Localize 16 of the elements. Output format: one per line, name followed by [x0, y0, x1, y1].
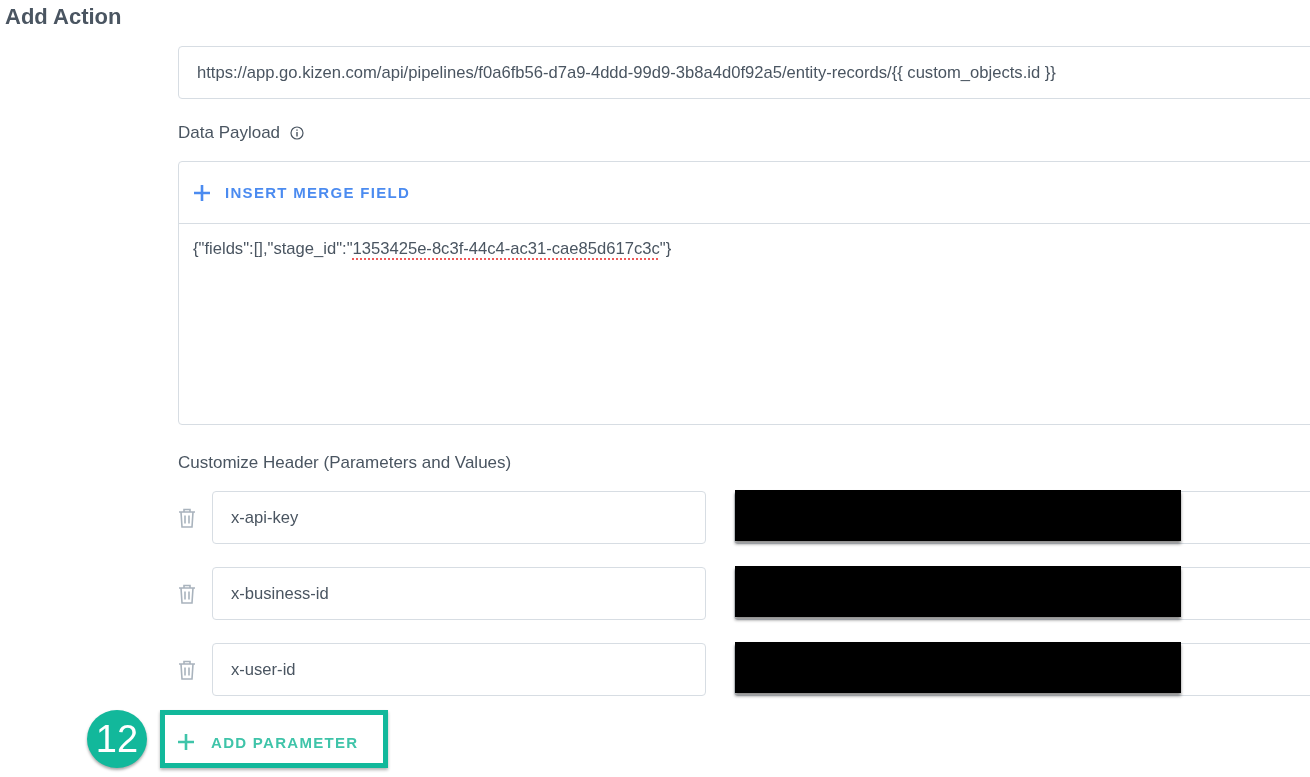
payload-text: {"fields":[],"stage_id":"1353425e-8c3f-44c4-ac31-cae85d617c3c"}: [192, 238, 672, 259]
header-key-field[interactable]: x-business-id: [212, 567, 706, 620]
step-number-badge: 12: [87, 710, 147, 768]
field-label: Data Payload: [178, 123, 281, 143]
info-icon[interactable]: [290, 126, 305, 140]
field-label: Customize Header (Parameters and Values): [178, 453, 512, 473]
url-field[interactable]: https://app.go.kizen.com/api/pipelines/f0a6fb56-d7a9-4ddd-99d9-3b8a4d0f92a5/entity-records/{{ custom_objects.id }}: [178, 46, 1310, 99]
payload-editor[interactable]: INSERT MERGE FIELD {"fields":[],"stage_id":"1353425e-8c3f-44c4-ac31-cae85d617c3c"}: [178, 161, 1310, 425]
header-key-field[interactable]: x-user-id: [212, 643, 706, 696]
header-value-field[interactable]: [734, 643, 1310, 696]
plus-icon: [177, 733, 195, 751]
page-title: Add Action: [4, 3, 123, 31]
plus-icon: [193, 183, 211, 202]
header-value-field[interactable]: [734, 491, 1310, 544]
header-key-field[interactable]: x-api-key: [212, 491, 706, 544]
header-value-field[interactable]: [734, 567, 1310, 620]
